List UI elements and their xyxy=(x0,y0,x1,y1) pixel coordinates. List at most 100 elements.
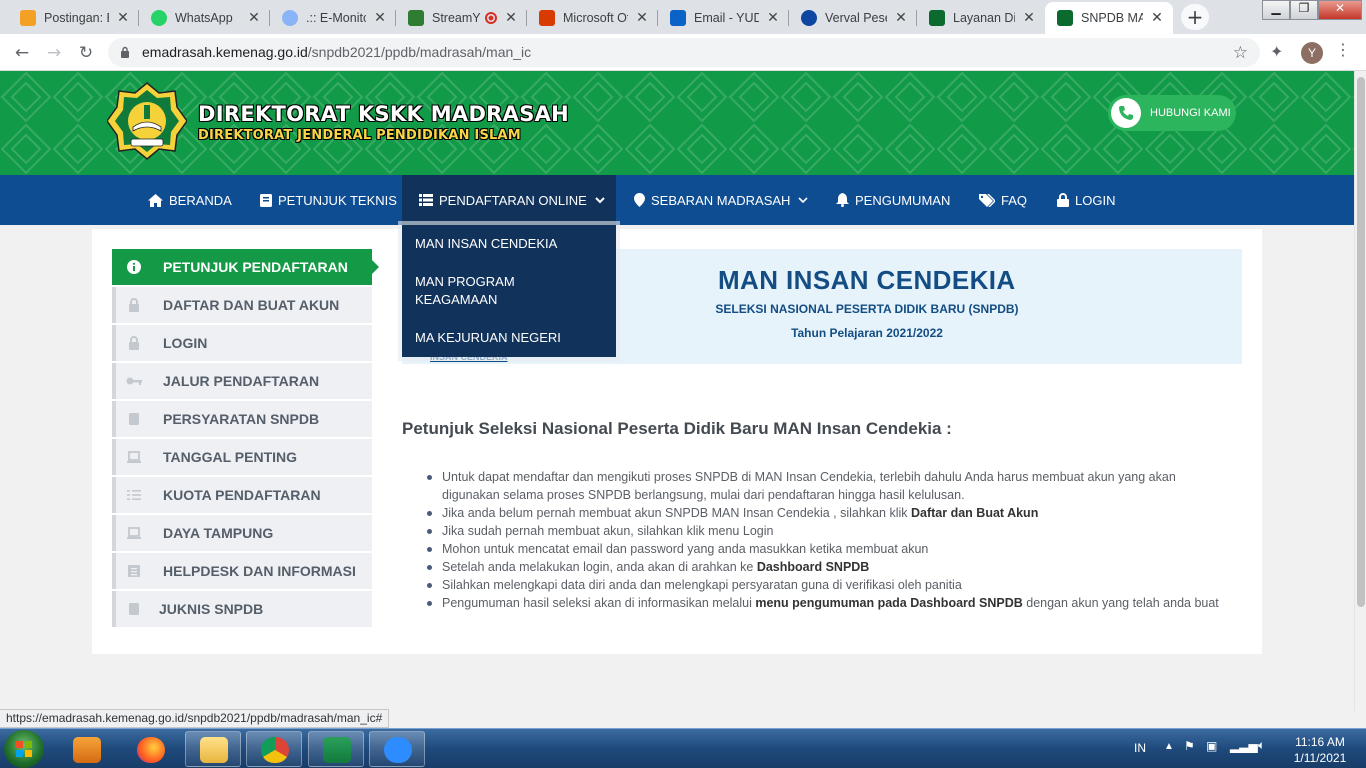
chevron-down-icon xyxy=(798,196,808,203)
globe-icon xyxy=(282,10,298,26)
content-heading: Petunjuk Seleksi Nasional Peserta Didik … xyxy=(402,419,952,438)
language-indicator[interactable]: IN xyxy=(1134,741,1146,755)
kemenag-logo-icon[interactable] xyxy=(107,81,187,161)
pengumuman-text: menu pengumuman pada Dashboard SNPDB xyxy=(755,596,1023,610)
close-icon[interactable]: ✕ xyxy=(115,10,131,26)
nav-sebaran-madrasah[interactable]: SEBARAN MADRASAH xyxy=(634,175,814,225)
taskbar-clock[interactable]: 11:16 AM 1/11/2021 xyxy=(1282,734,1358,766)
browser-tab[interactable]: Postingan: E ✕ xyxy=(8,2,139,34)
taskbar-explorer[interactable] xyxy=(185,731,241,767)
browser-tab[interactable]: Microsoft Of ✕ xyxy=(527,2,658,34)
close-icon[interactable]: ✕ xyxy=(1021,10,1037,26)
browser-tab[interactable]: .:: E-Monitor✕ xyxy=(270,2,396,34)
browser-toolbar: ← → ↻ emadrasah.kemenag.go.id/snpdb2021/… xyxy=(0,34,1366,71)
tags-icon xyxy=(979,193,995,207)
list-item: Untuk dapat mendaftar dan mengikuti pros… xyxy=(423,468,1233,504)
laptop-icon xyxy=(127,451,141,463)
extensions-icon[interactable]: ✦ xyxy=(1270,42,1283,61)
profile-avatar[interactable]: Y xyxy=(1301,42,1323,64)
action-center-flag-icon[interactable]: ⚑ xyxy=(1184,739,1195,753)
nav-beranda[interactable]: BERANDA xyxy=(148,175,232,225)
phone-icon xyxy=(1111,98,1141,128)
excel-icon xyxy=(323,737,351,763)
volume-icon[interactable]: 🔈︎ xyxy=(1258,738,1265,753)
lock-icon xyxy=(121,46,129,58)
tray-expand-icon[interactable]: ▲ xyxy=(1164,741,1174,752)
browser-tab[interactable]: Email - YUDI ✕ xyxy=(658,2,789,34)
browser-tab[interactable]: Layanan Dire✕ xyxy=(917,2,1045,34)
lock-icon xyxy=(129,298,139,312)
blogger-icon xyxy=(20,10,36,26)
menu-kebab-icon[interactable]: ⋮ xyxy=(1335,40,1351,59)
new-tab-button[interactable]: + xyxy=(1181,4,1209,30)
device-icon[interactable]: ▣ xyxy=(1206,739,1217,753)
network-signal-icon[interactable]: ▂▃▅ xyxy=(1230,739,1258,753)
sidebar-item-kuota[interactable]: KUOTA PENDAFTARAN xyxy=(112,477,372,513)
browser-tabstrip: Postingan: E✕ WhatsApp✕ .:: E-Monitor✕ S… xyxy=(0,0,1366,34)
start-button[interactable] xyxy=(4,730,44,768)
taskbar-chrome[interactable] xyxy=(246,731,302,767)
zoom-icon xyxy=(384,737,412,763)
office-icon xyxy=(539,10,555,26)
list-alt-icon xyxy=(128,565,140,577)
sidebar-item-daya-tampung[interactable]: DAYA TAMPUNG xyxy=(112,515,372,551)
nav-faq[interactable]: FAQ xyxy=(979,175,1027,225)
lock-icon xyxy=(1057,193,1069,207)
dropdown-item-man-pk[interactable]: MAN PROGRAM KEAGAMAAN xyxy=(415,273,535,309)
forward-button[interactable]: → xyxy=(42,42,66,64)
contact-us-button[interactable]: HUBUNGI KAMI xyxy=(1108,95,1236,131)
close-icon[interactable]: ✕ xyxy=(1149,10,1165,26)
close-icon[interactable]: ✕ xyxy=(634,10,650,26)
sidebar-item-login[interactable]: LOGIN xyxy=(112,325,372,361)
close-icon[interactable]: ✕ xyxy=(893,10,909,26)
list-icon xyxy=(419,194,433,206)
status-url-bubble: https://emadrasah.kemenag.go.id/snpdb202… xyxy=(0,709,390,728)
dropdown-item-man-ic[interactable]: MAN INSAN CENDEKIA xyxy=(415,235,557,253)
nav-pendaftaran-online[interactable]: PENDAFTARAN ONLINE xyxy=(402,175,616,225)
home-icon xyxy=(148,193,163,207)
close-window-button[interactable]: ✕ xyxy=(1318,0,1362,20)
recording-icon xyxy=(485,12,497,24)
close-icon[interactable]: ✕ xyxy=(246,10,262,26)
taskbar-media-player[interactable] xyxy=(58,731,114,767)
taskbar-firefox[interactable] xyxy=(122,731,178,767)
sidebar-item-daftar-akun[interactable]: DAFTAR DAN BUAT AKUN xyxy=(112,287,372,323)
close-icon[interactable]: ✕ xyxy=(372,10,388,26)
dashboard-text: Dashboard SNPDB xyxy=(756,560,870,574)
main-navbar: BERANDA PETUNJUK TEKNIS PENDAFTARAN ONLI… xyxy=(0,175,1354,225)
daftar-akun-link: Daftar dan Buat Akun xyxy=(911,506,1039,520)
bookmark-star-icon[interactable]: ☆ xyxy=(1233,38,1248,67)
nav-login[interactable]: LOGIN xyxy=(1057,175,1115,225)
nav-pengumuman[interactable]: PENGUMUMAN xyxy=(836,175,950,225)
nav-petunjuk-teknis[interactable]: PETUNJUK TEKNIS xyxy=(260,175,397,225)
site-banner: DIREKTORAT KSKK MADRASAH DIREKTORAT JEND… xyxy=(0,71,1354,175)
brand-title: DIREKTORAT KSKK MADRASAH xyxy=(198,102,570,126)
browser-tab[interactable]: StreamY ✕ xyxy=(396,2,527,34)
taskbar-zoom[interactable] xyxy=(369,731,425,767)
reload-button[interactable]: ↻ xyxy=(74,42,98,64)
scrollbar-thumb[interactable] xyxy=(1357,77,1365,607)
sidebar-item-jalur-pendaftaran[interactable]: JALUR PENDAFTARAN xyxy=(112,363,372,399)
sidebar-item-tanggal-penting[interactable]: TANGGAL PENTING xyxy=(112,439,372,475)
sidebar-item-juknis[interactable]: JUKNIS SNPDB xyxy=(112,591,372,627)
browser-tab[interactable]: WhatsApp ✕ xyxy=(139,2,270,34)
list-item: Setelah anda melakukan login, anda akan … xyxy=(423,558,1233,576)
kemdikbud-icon xyxy=(801,10,817,26)
page-scrollbar[interactable] xyxy=(1354,71,1366,711)
list-item: Pengumuman hasil seleksi akan di informa… xyxy=(423,594,1233,612)
close-icon[interactable]: ✕ xyxy=(503,10,519,26)
address-bar[interactable]: emadrasah.kemenag.go.id/snpdb2021/ppdb/m… xyxy=(108,38,1260,67)
sidebar-item-petunjuk-pendaftaran[interactable]: PETUNJUK PENDAFTARAN xyxy=(112,249,379,285)
maximize-button[interactable]: ❐ xyxy=(1290,0,1318,20)
close-icon[interactable]: ✕ xyxy=(765,10,781,26)
browser-tab-active[interactable]: SNPDB MAN✕ xyxy=(1045,2,1173,34)
kemenag-icon xyxy=(1057,10,1073,26)
book-icon xyxy=(260,193,272,207)
taskbar-excel[interactable] xyxy=(308,731,364,767)
sidebar-item-helpdesk[interactable]: HELPDESK DAN INFORMASI xyxy=(112,553,372,589)
sidebar-item-persyaratan[interactable]: PERSYARATAN SNPDB xyxy=(112,401,372,437)
minimize-button[interactable]: ▁ xyxy=(1262,0,1290,20)
browser-tab[interactable]: Verval Peser✕ xyxy=(789,2,917,34)
dropdown-item-ma-kejuruan[interactable]: MA KEJURUAN NEGERI xyxy=(415,329,561,347)
back-button[interactable]: ← xyxy=(10,42,34,64)
